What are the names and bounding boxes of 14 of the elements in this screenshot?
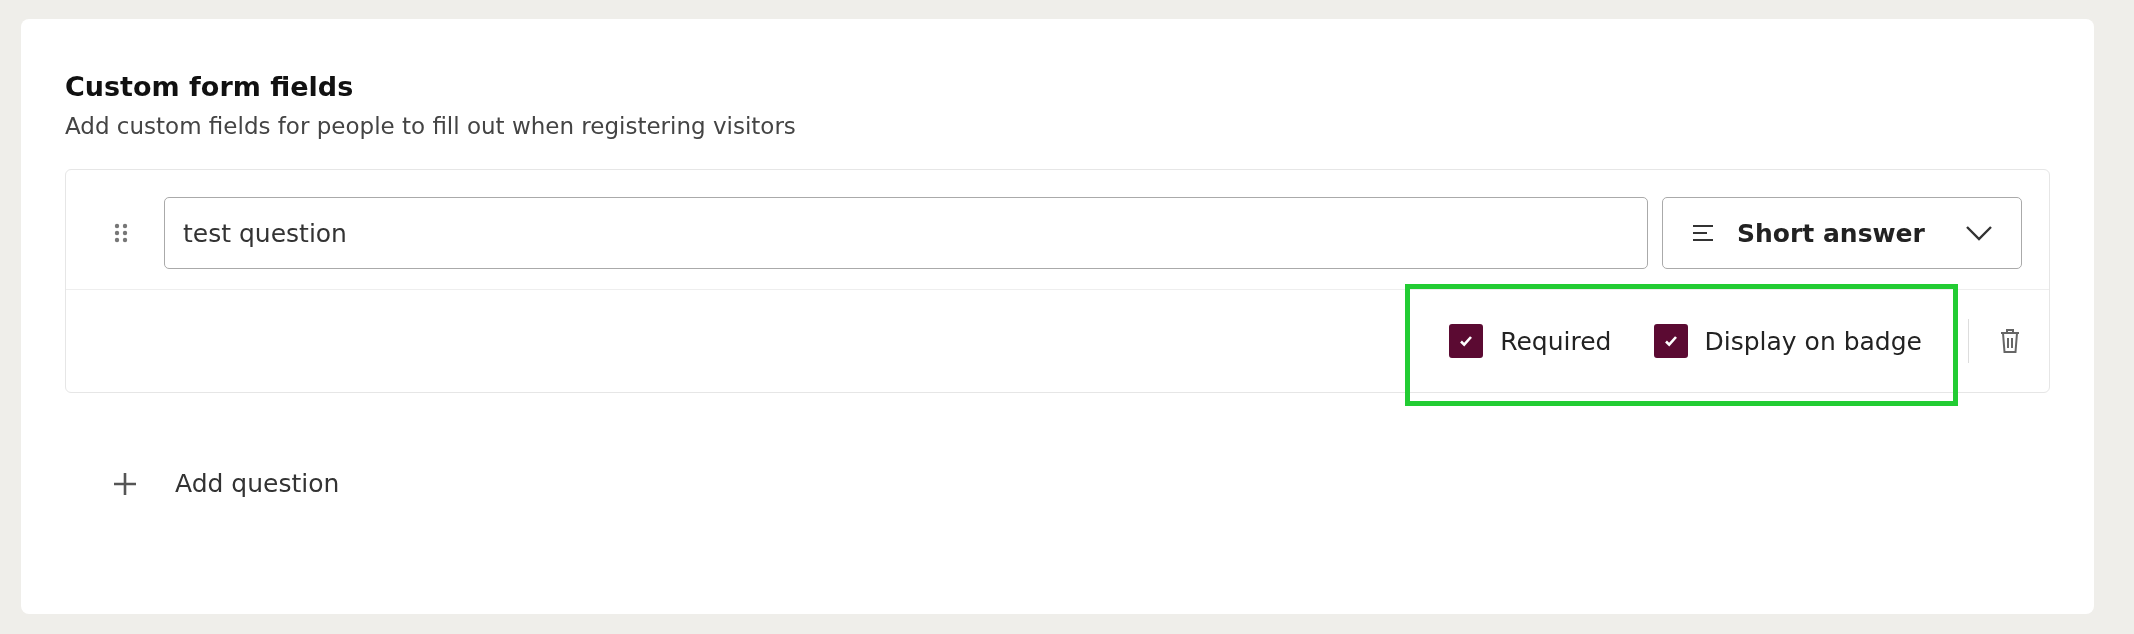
answer-type-dropdown[interactable]: Short answer xyxy=(1662,197,2022,270)
checkbox-option[interactable]: Display on badge xyxy=(1653,324,1922,359)
add-question-button[interactable]: Add question xyxy=(113,461,340,507)
delete-icon[interactable] xyxy=(1999,328,2021,355)
section-title: Custom form fields xyxy=(65,71,355,104)
question-input[interactable]: test question xyxy=(164,197,1648,270)
plus-icon xyxy=(113,471,137,496)
chevron-down-icon xyxy=(1965,225,1993,242)
text-lines-icon xyxy=(1691,223,1715,244)
checkbox[interactable] xyxy=(1653,324,1688,359)
section-description: Add custom fields for people to fill out when registering visitors xyxy=(65,113,797,140)
checkbox[interactable] xyxy=(1449,324,1484,359)
checkbox-option[interactable]: Required xyxy=(1449,324,1612,359)
drag-handle-icon[interactable] xyxy=(114,223,128,244)
